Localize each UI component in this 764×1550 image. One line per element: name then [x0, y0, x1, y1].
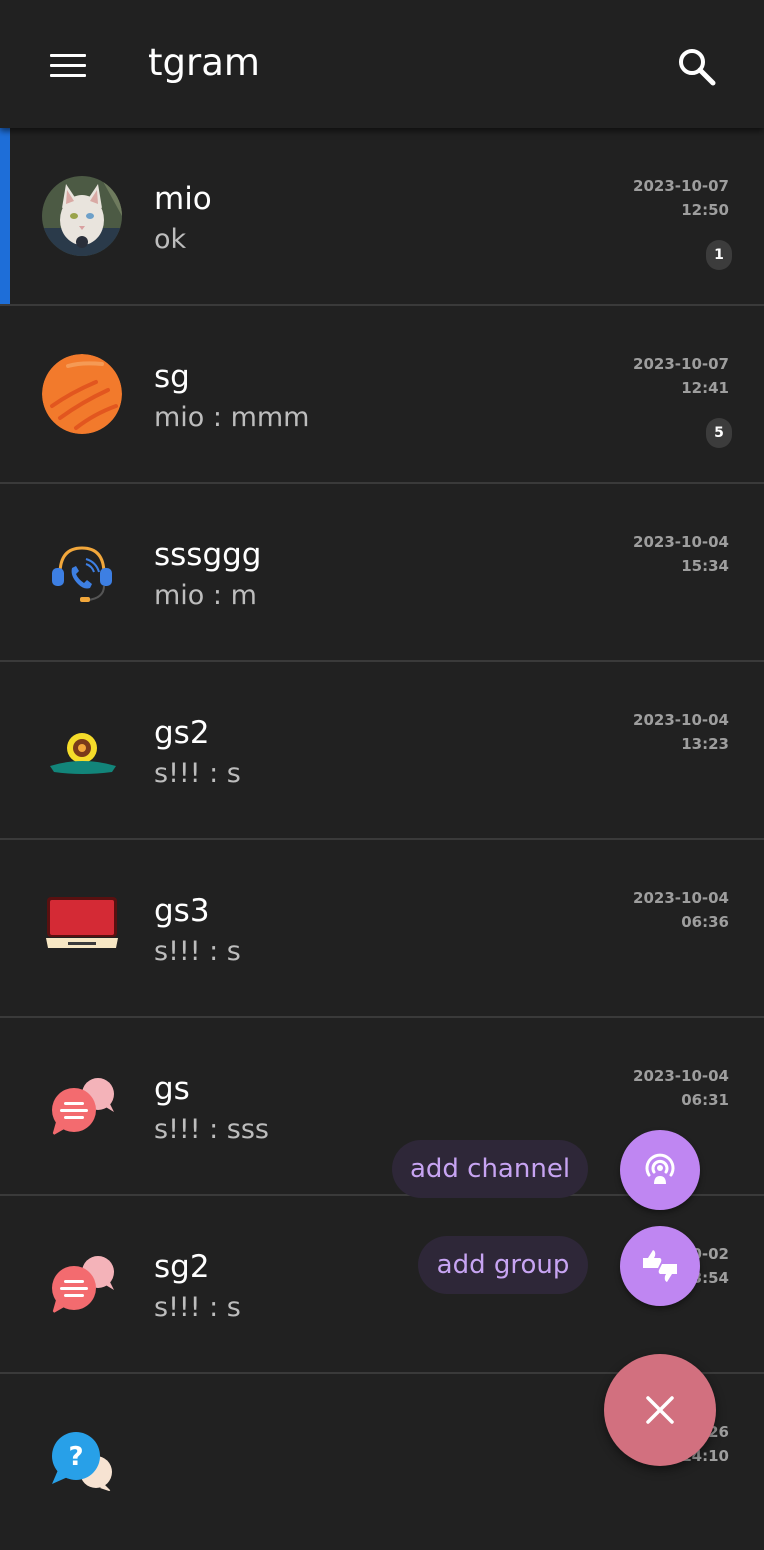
- chat-date: 2023-10-07: [633, 177, 729, 195]
- chat-preview: ok: [154, 224, 187, 255]
- chat-name: gs3: [154, 893, 210, 929]
- close-fab-button[interactable]: [604, 1354, 716, 1466]
- thumbs-icon: [643, 1250, 677, 1282]
- chat-row[interactable]: sssggg mio : m 2023-10-04 15:34: [0, 484, 764, 662]
- chat-name: sg2: [154, 1249, 210, 1285]
- add-channel-label[interactable]: add channel: [392, 1140, 588, 1198]
- chat-preview: s!!! : sss: [154, 1114, 270, 1145]
- chat-date: 2023-10-04: [633, 889, 729, 907]
- search-button[interactable]: [668, 38, 724, 94]
- flower-icon: [50, 733, 116, 774]
- chat-preview: mio : m: [154, 580, 257, 611]
- chat-timestamp: 2023-10-07 12:41: [633, 352, 729, 400]
- avatar: [42, 1066, 122, 1146]
- headset-icon: [52, 546, 112, 602]
- chat-time: 12:50: [681, 201, 729, 219]
- podcast-icon: [645, 1153, 675, 1184]
- chat-time: 12:41: [681, 379, 729, 397]
- chat-date: 2023-10-04: [633, 533, 729, 551]
- chat-preview: mio : mmm: [154, 402, 310, 433]
- chat-row[interactable]: sg mio : mmm 2023-10-07 12:41 5: [0, 306, 764, 484]
- menu-button[interactable]: [34, 44, 102, 86]
- chat-bubbles-icon: [52, 1256, 114, 1314]
- app-bar: tgram: [0, 0, 764, 128]
- avatar: [42, 1244, 122, 1324]
- chat-date: 2023-10-04: [633, 1067, 729, 1085]
- chat-time: 06:31: [681, 1091, 729, 1109]
- chat-bubbles-icon: [52, 1078, 114, 1136]
- avatar: [42, 888, 122, 968]
- chat-timestamp: 2023-10-04 13:23: [633, 708, 729, 756]
- svg-text:?: ?: [68, 1442, 83, 1472]
- chat-preview: s!!! : s: [154, 758, 241, 789]
- chat-name: sssggg: [154, 537, 262, 573]
- unread-badge: 5: [706, 418, 732, 448]
- orange-planet-icon: [42, 354, 122, 434]
- close-icon: [646, 1396, 674, 1424]
- chat-timestamp: 2023-10-04 06:36: [633, 886, 729, 934]
- help-bubble-icon: ?: [52, 1432, 112, 1492]
- add-group-label[interactable]: add group: [418, 1236, 588, 1294]
- avatar: [42, 176, 122, 256]
- app-title: tgram: [148, 41, 260, 84]
- laptop-icon: [46, 897, 118, 948]
- add-group-button[interactable]: [620, 1226, 700, 1306]
- chat-name: gs2: [154, 715, 210, 751]
- cat-avatar-icon: [42, 176, 122, 256]
- chat-list: mio ok 2023-10-07 12:50 1 sg mio : mmm 2…: [0, 128, 764, 1550]
- chat-preview: s!!! : s: [154, 1292, 241, 1323]
- menu-icon-bar-3: [50, 74, 86, 77]
- chat-row[interactable]: gs3 s!!! : s 2023-10-04 06:36: [0, 840, 764, 1018]
- menu-icon-bar-1: [50, 54, 86, 57]
- chat-name: mio: [154, 181, 212, 217]
- search-icon: [679, 49, 716, 86]
- add-channel-button[interactable]: [620, 1130, 700, 1210]
- chat-time: 06:36: [681, 913, 729, 931]
- chat-time: 15:34: [681, 557, 729, 575]
- chat-time: 13:23: [681, 735, 729, 753]
- avatar: [42, 710, 122, 790]
- menu-icon-bar-2: [50, 64, 86, 67]
- chat-timestamp: 2023-10-04 15:34: [633, 530, 729, 578]
- chat-row[interactable]: mio ok 2023-10-07 12:50 1: [0, 128, 764, 306]
- chat-timestamp: 2023-10-07 12:50: [633, 174, 729, 222]
- avatar: ?: [42, 1422, 122, 1502]
- chat-timestamp: 2023-10-04 06:31: [633, 1064, 729, 1112]
- chat-date: 2023-10-04: [633, 711, 729, 729]
- chat-preview: s!!! : s: [154, 936, 241, 967]
- unread-badge: 1: [706, 240, 732, 270]
- avatar: [42, 354, 122, 434]
- chat-date: 2023-10-07: [633, 355, 729, 373]
- avatar: [42, 532, 122, 612]
- chat-row[interactable]: gs2 s!!! : s 2023-10-04 13:23: [0, 662, 764, 840]
- chat-name: gs: [154, 1071, 190, 1107]
- chat-name: sg: [154, 359, 190, 395]
